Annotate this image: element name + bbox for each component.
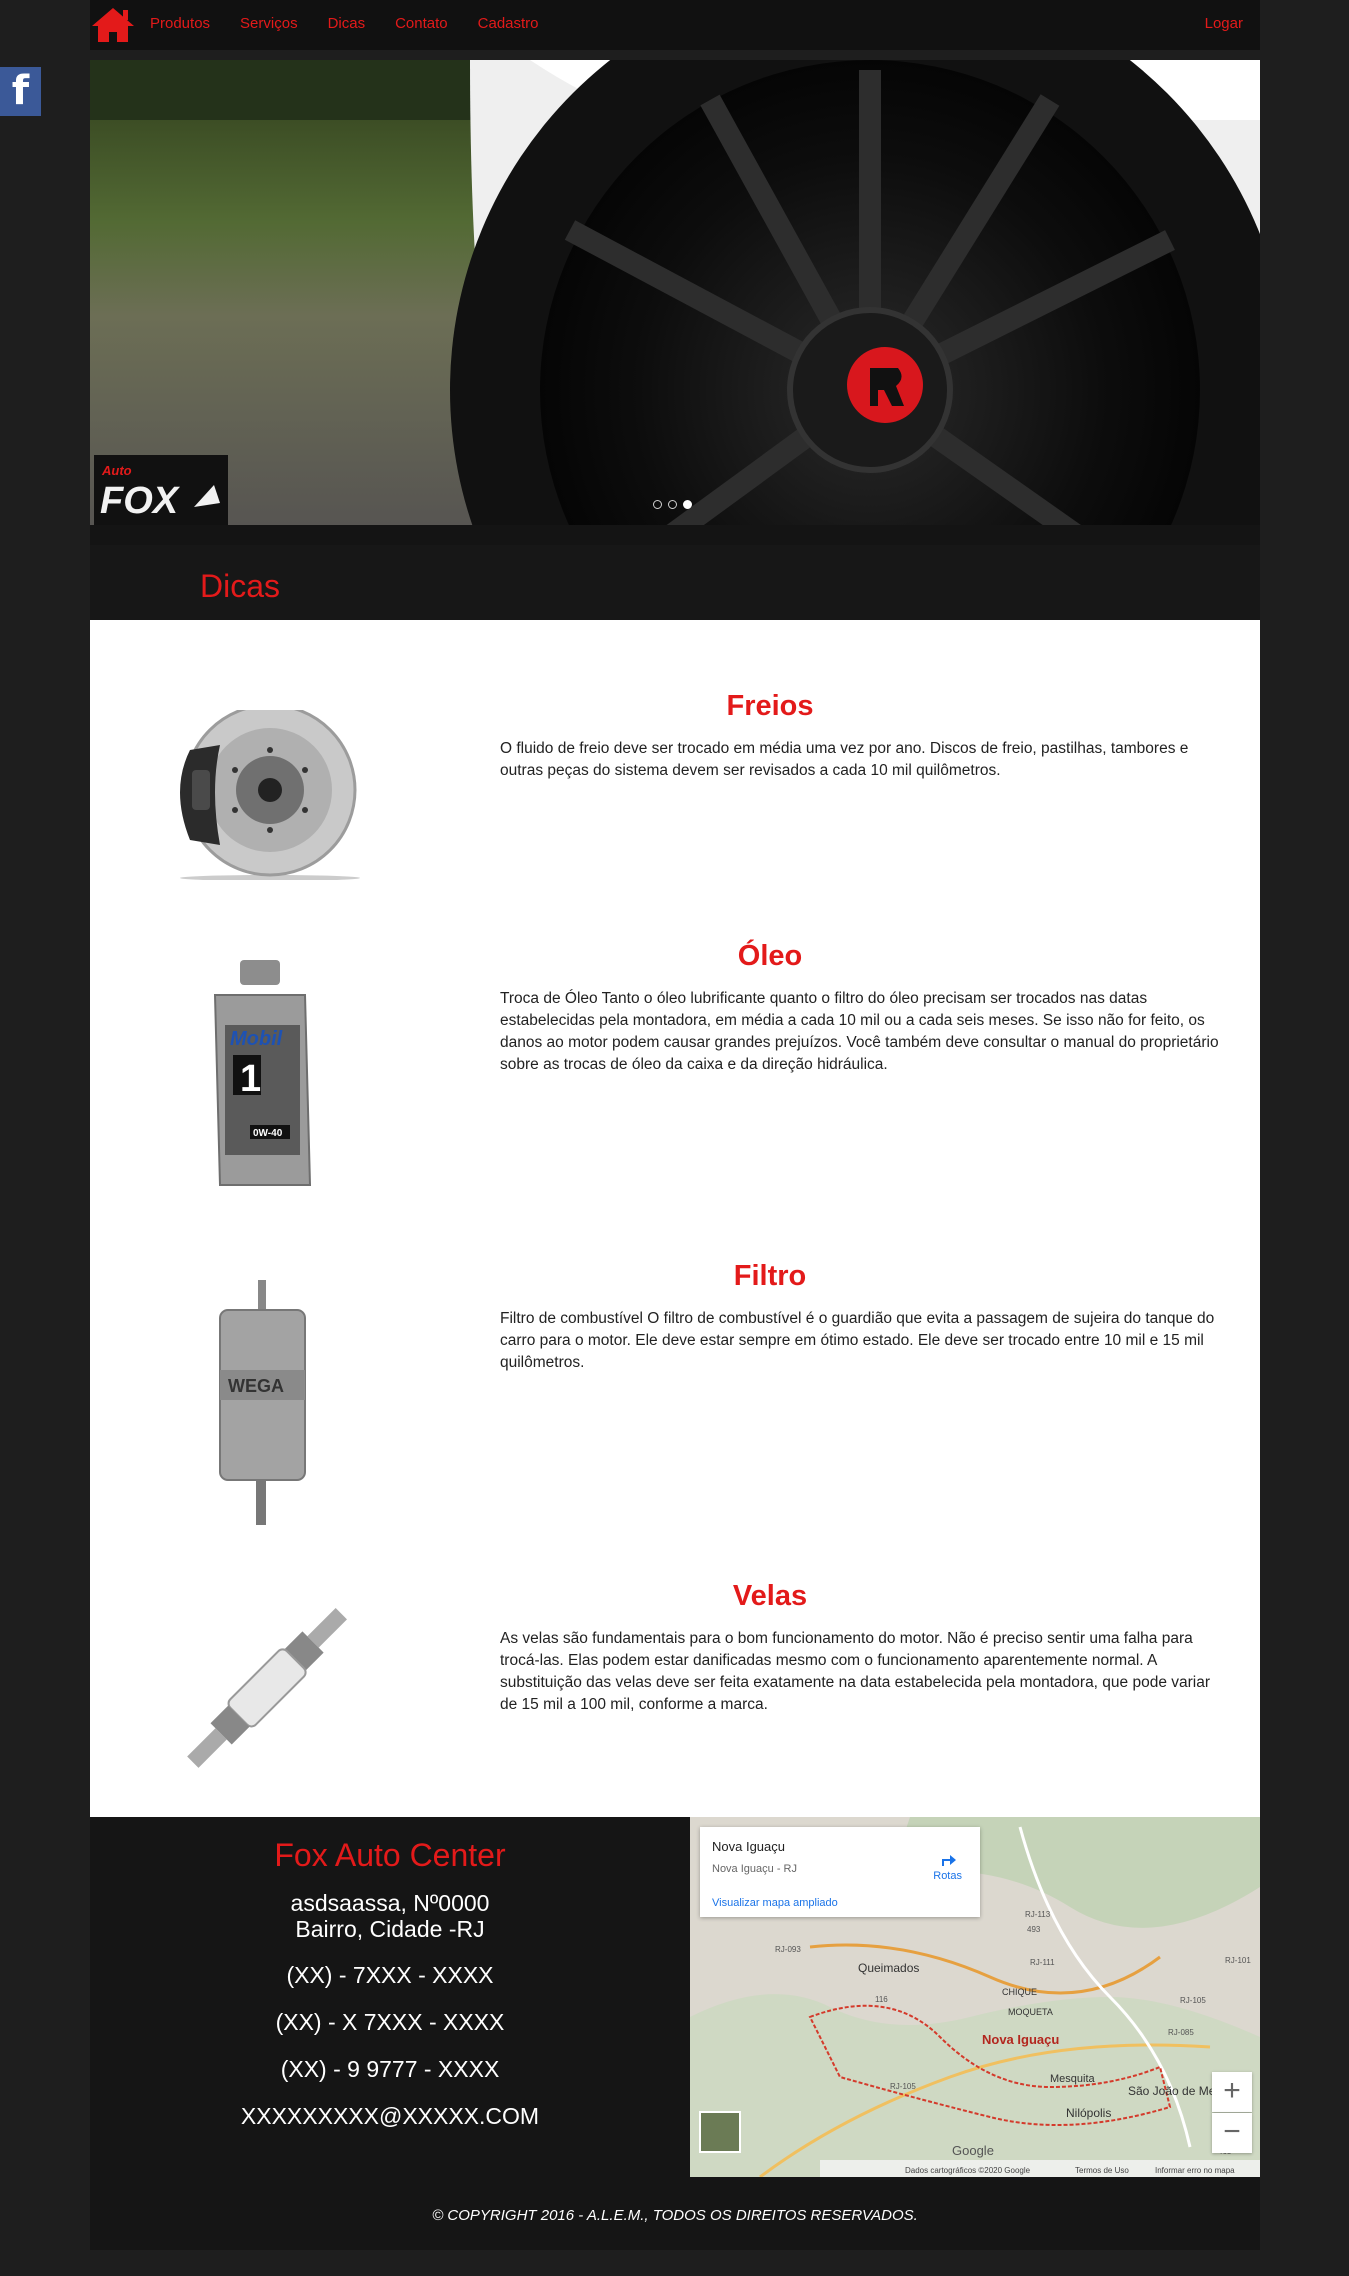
svg-text:Queimados: Queimados xyxy=(858,1961,919,1975)
map-place-region: Nova Iguaçu - RJ xyxy=(712,1863,797,1875)
tip-text: Troca de Óleo Tanto o óleo lubrificante … xyxy=(500,990,1219,1073)
contact-info: Fox Auto Center asdsaassa, Nº0000 Bairro… xyxy=(90,1817,690,2130)
phone: (XX) - 7XXX - XXXX xyxy=(286,1962,494,1988)
tip-text: O fluido de freio deve ser trocado em mé… xyxy=(500,740,1189,779)
facebook-button[interactable]: f xyxy=(0,67,41,116)
svg-text:RJ-111: RJ-111 xyxy=(1030,1958,1055,1967)
svg-text:RJ-101: RJ-101 xyxy=(1225,1956,1251,1965)
fuel-filter-icon: WEGA xyxy=(219,1280,306,1525)
svg-text:Google: Google xyxy=(952,2143,994,2158)
svg-text:0W-40: 0W-40 xyxy=(253,1128,283,1139)
facebook-icon: f xyxy=(11,68,30,114)
home-icon[interactable] xyxy=(90,6,136,44)
svg-text:Nova Iguaçu: Nova Iguaçu xyxy=(982,2032,1059,2047)
tip-text: As velas são fundamentais para o bom fun… xyxy=(500,1630,1211,1713)
svg-text:MOQUETA: MOQUETA xyxy=(1008,2007,1053,2017)
auto-fox-logo: Auto FOX xyxy=(94,455,228,525)
carousel-dot[interactable] xyxy=(668,500,677,509)
svg-text:WEGA: WEGA xyxy=(228,1376,284,1396)
nav-item-dicas[interactable]: Dicas xyxy=(313,0,381,50)
hero-carousel[interactable]: Auto FOX xyxy=(90,60,1260,525)
map-place-name: Nova Iguaçu xyxy=(712,1839,785,1854)
tip-title: Velas xyxy=(732,1580,808,1612)
address: asdsaassa, Nº0000 Bairro, Cidade -RJ xyxy=(90,1890,690,1942)
carousel-dot-active[interactable] xyxy=(683,500,692,509)
address-line: Bairro, Cidade -RJ xyxy=(295,1916,485,1942)
map-zoom-in-button[interactable]: + xyxy=(1212,2072,1252,2112)
svg-text:116: 116 xyxy=(875,1995,888,2004)
svg-text:Nilópolis: Nilópolis xyxy=(1066,2106,1111,2120)
svg-text:FOX: FOX xyxy=(100,480,181,522)
map-directions-button[interactable]: Rotas xyxy=(933,1855,962,1882)
directions-label: Rotas xyxy=(933,1870,962,1882)
login-link[interactable]: Logar xyxy=(1205,0,1243,50)
nav-item-cadastro[interactable]: Cadastro xyxy=(463,0,554,50)
tip-title: Freios xyxy=(726,690,814,722)
carousel-dot[interactable] xyxy=(653,500,662,509)
map-zoom-out-button[interactable]: − xyxy=(1212,2113,1252,2153)
oil-bottle-icon: Mobil 1 0W-40 xyxy=(213,960,312,1186)
map-place-card: Nova Iguaçu Nova Iguaçu - RJ Visualizar … xyxy=(700,1827,980,1917)
tip-text: Filtro de combustível O filtro de combus… xyxy=(500,1310,1215,1371)
page-container: Produtos Serviços Dicas Contato Cadastro… xyxy=(90,0,1260,2250)
svg-text:RJ-113: RJ-113 xyxy=(1025,1910,1051,1919)
carousel-indicators xyxy=(653,500,692,509)
nav-item-contato[interactable]: Contato xyxy=(380,0,463,50)
svg-text:Mobil: Mobil xyxy=(230,1028,283,1050)
hero-wheel-image xyxy=(90,60,1260,525)
nav-item-servicos[interactable]: Serviços xyxy=(225,0,313,50)
top-navbar: Produtos Serviços Dicas Contato Cadastro… xyxy=(90,0,1260,50)
brake-disc-icon xyxy=(180,710,360,880)
nav-item-produtos[interactable]: Produtos xyxy=(150,0,225,50)
svg-text:Dados cartográficos ©2020 Goog: Dados cartográficos ©2020 Google xyxy=(905,2166,1031,2175)
tips-section: Freios O fluido de freio deve ser trocad… xyxy=(90,620,1260,1817)
svg-text:CHIQUE: CHIQUE xyxy=(1002,1987,1037,1997)
svg-text:Auto: Auto xyxy=(101,463,132,478)
svg-text:RJ-105: RJ-105 xyxy=(890,2082,916,2091)
section-title: Dicas xyxy=(200,568,281,604)
svg-text:Termos de Uso: Termos de Uso xyxy=(1075,2166,1129,2175)
svg-text:RJ-105: RJ-105 xyxy=(1180,1996,1206,2005)
directions-icon xyxy=(941,1855,956,1866)
svg-text:493: 493 xyxy=(1027,1925,1041,1934)
spark-plug-icon xyxy=(187,1608,347,1768)
tip-title: Óleo xyxy=(737,940,803,972)
phone: (XX) - 9 9777 - XXXX xyxy=(280,2056,500,2082)
copyright: © COPYRIGHT 2016 - A.L.E.M., TODOS OS DI… xyxy=(432,2207,918,2224)
map-view-larger-link[interactable]: Visualizar mapa ampliado xyxy=(712,1897,838,1909)
section-header: Dicas xyxy=(90,545,1260,620)
hero-bottom-strip xyxy=(90,525,1260,545)
svg-text:RJ-093: RJ-093 xyxy=(775,1945,801,1954)
svg-text:Informar erro no mapa: Informar erro no mapa xyxy=(1155,2166,1235,2175)
svg-text:1: 1 xyxy=(240,1058,261,1100)
nav-menu: Produtos Serviços Dicas Contato Cadastro xyxy=(150,0,554,50)
email: XXXXXXXXX@XXXXX.COM xyxy=(240,2103,540,2129)
svg-text:RJ-085: RJ-085 xyxy=(1168,2028,1194,2037)
embedded-map[interactable]: Queimados CHIQUE MOQUETA Nova Iguaçu Mes… xyxy=(690,1817,1260,2177)
address-line: asdsaassa, Nº0000 xyxy=(290,1890,490,1916)
svg-text:Mesquita: Mesquita xyxy=(1050,2073,1096,2085)
company-name: Fox Auto Center xyxy=(274,1837,506,1873)
phone: (XX) - X 7XXX - XXXX xyxy=(275,2009,505,2035)
footer: Fox Auto Center asdsaassa, Nº0000 Bairro… xyxy=(90,1817,1260,2250)
tip-title: Filtro xyxy=(733,1260,807,1292)
